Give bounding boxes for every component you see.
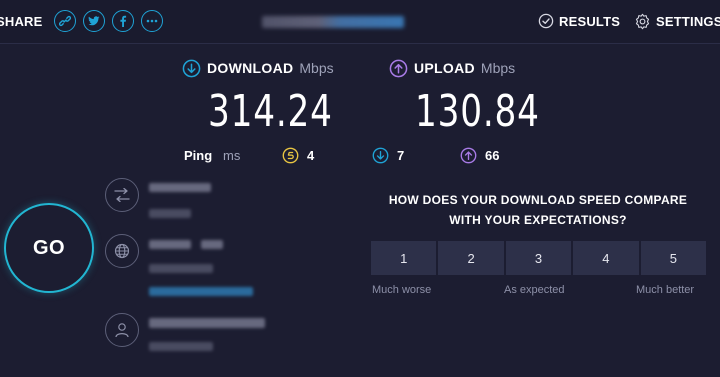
twitter-icon[interactable] xyxy=(82,10,105,32)
download-arrow-icon xyxy=(182,59,201,77)
blurred-isp xyxy=(149,240,191,249)
upload-arrow-icon xyxy=(389,59,408,77)
upload-metric: UPLOAD Mbps xyxy=(389,58,515,78)
facebook-icon[interactable] xyxy=(111,10,134,32)
top-bar: SHARE RESULTS SETTINGS xyxy=(0,0,720,44)
user-icon[interactable] xyxy=(105,313,139,347)
share-label: SHARE xyxy=(0,13,43,29)
share-group: SHARE xyxy=(0,10,163,32)
settings-button[interactable]: SETTINGS xyxy=(634,13,720,30)
blurred-ip xyxy=(149,264,213,273)
survey-question-line1: HOW DOES YOUR DOWNLOAD SPEED COMPARE xyxy=(388,193,688,207)
gear-icon xyxy=(635,13,650,30)
check-circle-icon xyxy=(538,13,554,29)
scale-label-mid: As expected xyxy=(504,284,565,296)
results-button[interactable]: RESULTS xyxy=(538,13,620,29)
blurred-isp-extra xyxy=(201,240,223,249)
upload-value: 130.84 xyxy=(415,86,540,137)
rating-option-3[interactable]: 3 xyxy=(505,241,572,275)
ping-idle: 4 xyxy=(282,147,314,164)
results-label: RESULTS xyxy=(559,13,621,29)
go-button[interactable]: GO xyxy=(4,203,94,293)
survey-question-line2: WITH YOUR EXPECTATIONS? xyxy=(449,213,627,227)
download-metric: DOWNLOAD Mbps xyxy=(182,58,334,78)
blurred-change-server-link[interactable] xyxy=(149,287,253,296)
ping-unit: ms xyxy=(223,147,241,163)
settings-label: SETTINGS xyxy=(656,14,720,29)
blurred-server-location xyxy=(149,342,213,351)
blurred-connection-type xyxy=(149,183,211,192)
ping-upload-value: 66 xyxy=(485,147,500,163)
download-label: DOWNLOAD xyxy=(207,60,294,76)
survey-question: HOW DOES YOUR DOWNLOAD SPEED COMPARE WIT… xyxy=(370,190,706,230)
blurred-server-name xyxy=(149,318,265,328)
more-icon[interactable] xyxy=(140,10,163,32)
ping-row: Ping ms 4 7 66 xyxy=(0,145,720,165)
idle-latency-icon xyxy=(282,147,299,163)
download-latency-icon xyxy=(372,147,389,163)
rating-option-1[interactable]: 1 xyxy=(371,241,437,275)
blurred-connection-detail xyxy=(149,209,191,218)
upload-label: UPLOAD xyxy=(414,60,475,76)
connections-icon[interactable] xyxy=(105,178,139,212)
rating-option-2[interactable]: 2 xyxy=(438,241,504,275)
ping-download: 7 xyxy=(372,147,404,164)
ping-idle-value: 4 xyxy=(307,147,315,163)
ping-download-value: 7 xyxy=(397,147,405,163)
scale-label-low: Much worse xyxy=(372,284,432,296)
download-value: 314.24 xyxy=(208,86,333,137)
ping-upload: 66 xyxy=(460,147,499,164)
download-unit: Mbps xyxy=(299,60,334,76)
ping-label: Ping xyxy=(184,147,213,163)
rating-scale: 1 2 3 4 5 xyxy=(371,241,707,275)
scale-label-high: Much better xyxy=(636,284,695,296)
rating-option-4[interactable]: 4 xyxy=(573,241,639,275)
globe-icon[interactable] xyxy=(105,234,139,268)
rating-option-5[interactable]: 5 xyxy=(640,241,707,275)
go-label: GO xyxy=(32,236,66,259)
blurred-title xyxy=(262,16,404,28)
upload-unit: Mbps xyxy=(480,60,516,76)
link-icon[interactable] xyxy=(53,10,76,32)
upload-latency-icon xyxy=(460,147,477,163)
